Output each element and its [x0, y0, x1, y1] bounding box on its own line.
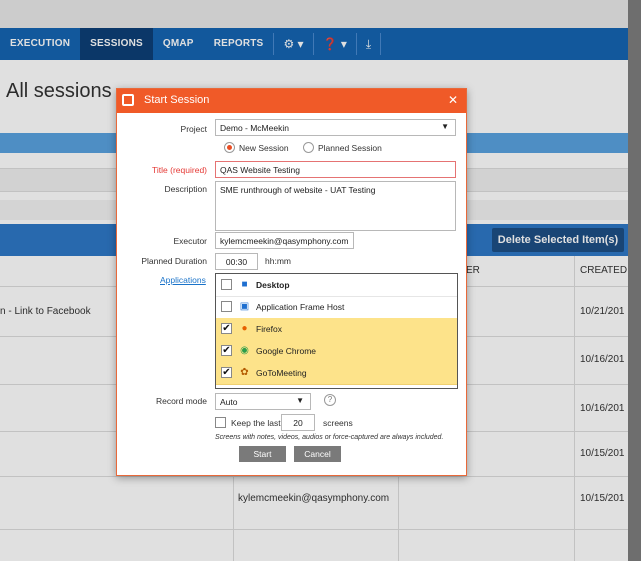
start-button[interactable]: Start — [239, 446, 286, 462]
download-icon[interactable]: ⤓ — [357, 28, 380, 60]
checkbox-checked[interactable]: ✔ — [221, 323, 232, 334]
list-item[interactable]: ▣ Application Frame Host — [216, 296, 457, 319]
checkbox-checked[interactable]: ✔ — [221, 345, 232, 356]
duration-input[interactable]: 00:30 — [215, 253, 258, 270]
created-date: 10/15/201 — [580, 448, 625, 459]
executor-input[interactable]: kylemcmeekin@qasymphony.com — [215, 232, 354, 249]
duration-unit: hh:mm — [265, 256, 291, 266]
checkbox[interactable] — [221, 301, 232, 312]
column-header-created[interactable]: CREATED — [580, 256, 627, 286]
start-session-dialog: Start Session ✕ Project Demo - McMeekin … — [116, 88, 467, 476]
record-mode-select[interactable]: Auto ▼ — [215, 393, 311, 410]
table-row[interactable]: kylemcmeekin@qasymphony.com 10/15/201 — [0, 477, 628, 530]
project-value: Demo - McMeekin — [220, 123, 289, 133]
window-icon: ▣ — [239, 301, 250, 312]
main-nav: EXECUTION SESSIONS QMAP REPORTS ⚙ ▾ ❓ ▾ … — [0, 28, 628, 60]
project-select[interactable]: Demo - McMeekin ▼ — [215, 119, 456, 136]
created-date: 10/21/201 — [580, 306, 625, 317]
list-item[interactable]: ✔ ✿ GoToMeeting — [216, 362, 457, 385]
title-label: Title (required) — [152, 165, 207, 175]
dialog-title: Start Session — [144, 94, 210, 106]
list-item[interactable]: ✔ ◉ Google Chrome — [216, 340, 457, 363]
record-mode-value: Auto — [220, 397, 238, 407]
nav-separator — [380, 33, 382, 55]
applications-link[interactable]: Applications — [160, 275, 206, 285]
nav-qmap[interactable]: QMAP — [153, 28, 204, 60]
screens-note: Screens with notes, videos, audios or fo… — [215, 434, 444, 441]
nav-execution[interactable]: EXECUTION — [0, 28, 80, 60]
caret-down-icon: ▼ — [296, 396, 304, 405]
cancel-button[interactable]: Cancel — [294, 446, 341, 462]
browser-top-area — [0, 0, 628, 28]
keep-last-label: Keep the last — [231, 418, 281, 428]
page-title: All sessions — [6, 80, 112, 102]
delete-selected-button[interactable]: Delete Selected Item(s) — [492, 228, 624, 252]
app-name: Google Chrome — [256, 346, 317, 356]
executor-email: kylemcmeekin@qasymphony.com — [238, 493, 390, 504]
keep-last-checkbox[interactable] — [215, 417, 226, 428]
gear-icon[interactable]: ⚙ ▾ — [274, 28, 312, 60]
planned-session-radio[interactable] — [303, 142, 314, 153]
planned-session-label: Planned Session — [318, 143, 382, 153]
help-icon[interactable]: ? — [324, 394, 336, 406]
close-icon[interactable]: ✕ — [448, 93, 458, 107]
dialog-titlebar: Start Session ✕ — [117, 89, 466, 113]
planned-duration-label: Planned Duration — [141, 256, 207, 266]
desktop-icon: ■ — [241, 279, 248, 290]
list-item[interactable]: ■ Desktop — [216, 274, 457, 297]
created-date: 10/16/201 — [580, 354, 625, 365]
executor-label: Executor — [173, 236, 207, 246]
app-name: Firefox — [256, 324, 282, 334]
app-screen: EXECUTION SESSIONS QMAP REPORTS ⚙ ▾ ❓ ▾ … — [0, 0, 628, 561]
checkbox[interactable] — [221, 279, 232, 290]
list-item[interactable]: ✔ ● Firefox — [216, 318, 457, 341]
title-input[interactable]: QAS Website Testing — [215, 161, 456, 178]
firefox-icon: ● — [241, 323, 248, 334]
record-mode-label: Record mode — [155, 396, 207, 406]
new-session-radio[interactable] — [224, 142, 235, 153]
app-name: Application Frame Host — [256, 302, 345, 312]
caret-down-icon: ▼ — [441, 122, 449, 131]
column-header-executor[interactable]: ER — [466, 256, 480, 286]
project-label: Project — [180, 124, 207, 134]
description-textarea[interactable]: SME runthrough of website - UAT Testing — [215, 181, 456, 231]
gotomeeting-icon: ✿ — [240, 367, 249, 378]
chrome-icon: ◉ — [240, 345, 249, 356]
created-date: 10/16/201 — [580, 403, 625, 414]
screens-label: screens — [323, 418, 353, 428]
help-icon[interactable]: ❓ ▾ — [314, 28, 356, 60]
nav-reports[interactable]: REPORTS — [204, 28, 274, 60]
app-name: Desktop — [256, 280, 290, 290]
keep-last-input[interactable]: 20 — [281, 414, 315, 431]
description-label: Description — [164, 184, 207, 194]
created-date: 10/15/201 — [580, 493, 625, 504]
app-name: GoToMeeting — [256, 368, 307, 378]
session-name[interactable]: n - Link to Facebook — [0, 306, 91, 317]
new-session-label: New Session — [239, 143, 289, 153]
checkbox-checked[interactable]: ✔ — [221, 367, 232, 378]
applications-list[interactable]: ■ Desktop ▣ Application Frame Host ✔ ● F… — [215, 273, 458, 389]
app-logo-icon — [122, 94, 134, 106]
nav-sessions[interactable]: SESSIONS — [80, 28, 153, 60]
